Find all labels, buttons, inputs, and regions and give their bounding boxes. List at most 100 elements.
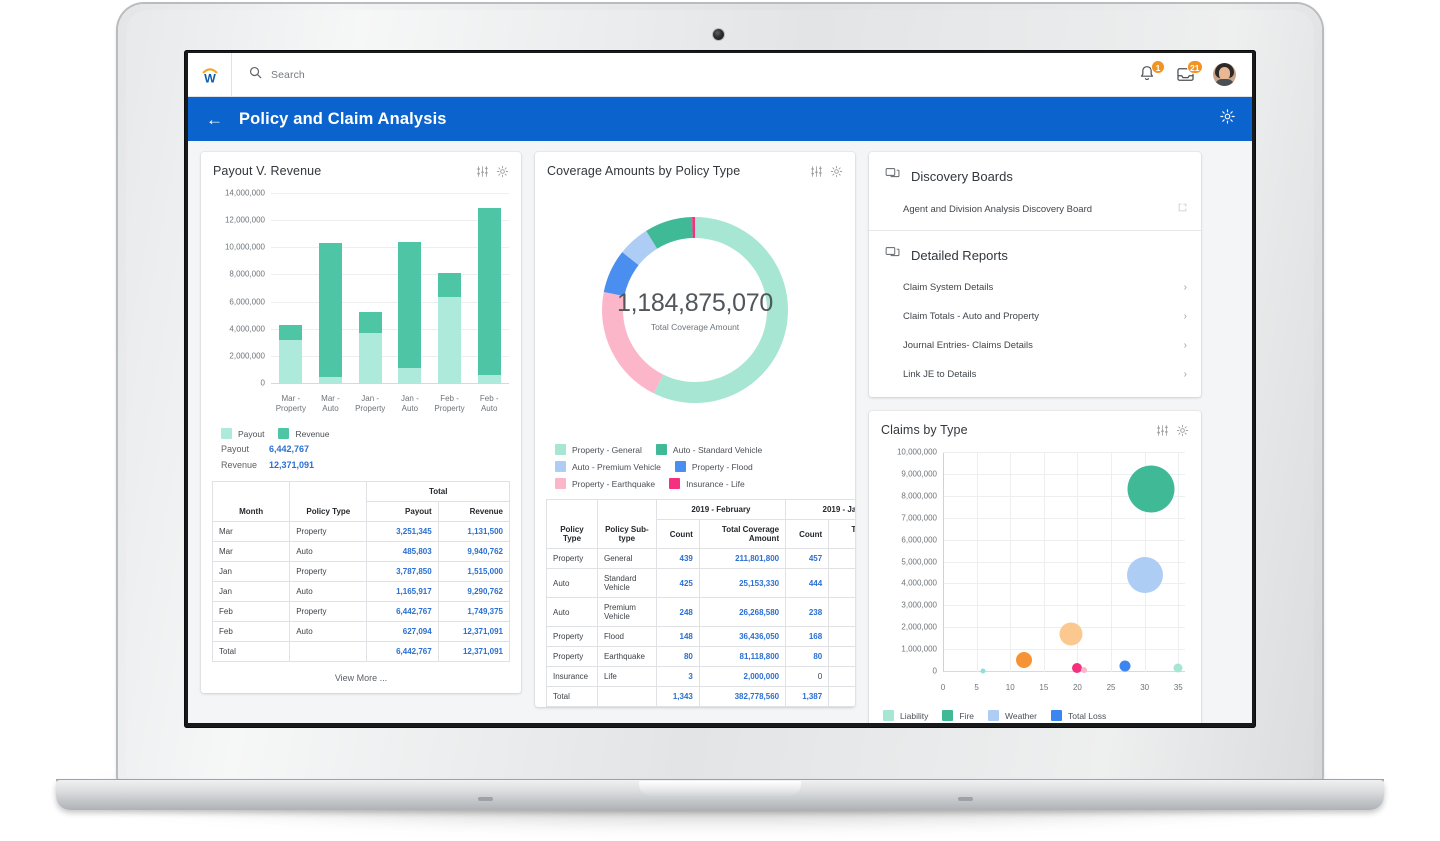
bar-segment-payout[interactable] — [319, 377, 342, 384]
search-input[interactable]: Search — [271, 69, 305, 81]
bar-segment-revenue[interactable] — [279, 324, 303, 340]
table-cell-value[interactable]: 485,803 — [366, 541, 439, 562]
gear-icon[interactable] — [496, 165, 509, 178]
table-cell-value[interactable]: 25,153,330 — [698, 568, 787, 598]
table-cell-value[interactable]: 27,855, — [828, 568, 855, 598]
bar-segment-revenue[interactable] — [319, 242, 342, 378]
legend-item[interactable]: Revenue — [278, 428, 330, 439]
bar-group[interactable] — [469, 194, 509, 384]
table-cell-value[interactable]: 40,892, — [828, 626, 855, 647]
table-cell-value[interactable]: 6,442,767 — [366, 601, 439, 622]
table-cell-value[interactable]: 238 — [785, 597, 830, 627]
page-settings-gear-icon[interactable] — [1219, 108, 1236, 130]
detailed-report-link[interactable]: Journal Entries- Claims Details › — [869, 331, 1201, 360]
table-cell-value[interactable]: 24,707, — [828, 597, 855, 627]
filter-sliders-icon[interactable] — [476, 165, 489, 178]
table-cell-value[interactable]: 1,515,000 — [437, 561, 511, 582]
table-cell-value[interactable]: 1,387 — [785, 686, 830, 707]
discovery-board-link[interactable]: Agent and Division Analysis Discovery Bo… — [869, 194, 1201, 224]
bubble-point[interactable] — [1126, 557, 1163, 594]
detailed-report-link[interactable]: Claim System Details › — [869, 273, 1201, 302]
bar-group[interactable] — [430, 194, 470, 384]
legend-item[interactable]: Payout — [221, 428, 264, 439]
table-cell-value[interactable]: 425 — [655, 568, 700, 598]
table-cell-value[interactable]: 12,371,091 — [437, 621, 511, 642]
bubble-point[interactable] — [1059, 622, 1083, 646]
bar-group[interactable] — [271, 194, 311, 384]
table-cell-value[interactable]: 2,000,000 — [698, 666, 787, 687]
table-cell-value[interactable]: 1,165,917 — [366, 581, 439, 602]
table-cell-value[interactable]: 36,436,050 — [698, 626, 787, 647]
bar-segment-payout[interactable] — [358, 332, 382, 384]
view-more-button[interactable]: View More ... — [201, 662, 521, 693]
table-cell-value[interactable]: 382,778,560 — [698, 686, 787, 707]
bar-segment-revenue[interactable] — [358, 312, 382, 333]
inbox-button[interactable]: 21 — [1175, 59, 1203, 86]
detailed-report-link[interactable]: Claim Totals - Auto and Property › — [869, 302, 1201, 331]
table-cell-value[interactable]: 1,131,500 — [437, 521, 511, 542]
gear-icon[interactable] — [830, 165, 843, 178]
table-cell-value[interactable]: 439 — [655, 548, 700, 569]
table-cell-value[interactable]: 403,701, — [828, 686, 855, 707]
search-bar[interactable]: Search — [232, 66, 1137, 84]
table-cell-value[interactable]: 26,268,580 — [698, 597, 787, 627]
bubble-point[interactable] — [1015, 651, 1032, 668]
workday-logo[interactable]: W — [188, 53, 232, 97]
table-cell-value[interactable]: 9,290,762 — [437, 581, 511, 602]
table-cell-value[interactable]: 444 — [785, 568, 830, 598]
legend-item[interactable]: Weather — [988, 710, 1037, 721]
legend-item[interactable]: Property - Flood — [674, 461, 753, 472]
summary-value[interactable]: 12,371,091 — [269, 460, 314, 470]
table-cell-value[interactable]: 81,118,800 — [698, 646, 787, 667]
table-cell-value[interactable]: 232,747, — [828, 548, 855, 569]
bubble-point[interactable] — [1081, 667, 1088, 674]
table-cell-value[interactable]: 12,371,091 — [437, 641, 511, 662]
legend-item[interactable]: Auto - Premium Vehicle — [555, 461, 661, 472]
legend-item[interactable]: Insurance - Life — [669, 478, 745, 489]
table-cell-value[interactable]: 168 — [785, 626, 830, 647]
table-cell-value[interactable]: 3,787,850 — [366, 561, 439, 582]
bar-group[interactable] — [311, 194, 351, 384]
bubble-point[interactable] — [1173, 663, 1183, 673]
back-button[interactable]: ← — [206, 111, 223, 128]
table-cell-value[interactable]: 211,801,800 — [698, 548, 787, 569]
table-cell-value[interactable]: 80 — [785, 646, 830, 667]
bar-group[interactable] — [350, 194, 390, 384]
legend-item[interactable]: Auto - Standard Vehicle — [655, 444, 762, 455]
bar-segment-payout[interactable] — [398, 368, 422, 384]
bar-segment-payout[interactable] — [438, 296, 462, 384]
bar-segment-revenue[interactable] — [438, 272, 462, 297]
bar-segment-revenue[interactable] — [398, 242, 422, 369]
notifications-button[interactable]: 1 — [1137, 59, 1165, 86]
bubble-point[interactable] — [1119, 660, 1130, 672]
avatar[interactable] — [1213, 63, 1236, 86]
table-cell-value[interactable]: 1,343 — [655, 686, 700, 707]
bubble-point[interactable] — [980, 668, 986, 674]
table-cell-value[interactable]: 3 — [655, 666, 700, 687]
bar-segment-revenue[interactable] — [477, 207, 501, 376]
legend-item[interactable]: Property - General — [555, 444, 642, 455]
table-cell-value[interactable]: 77,498, — [828, 646, 855, 667]
external-link-icon[interactable] — [1178, 203, 1187, 215]
filter-sliders-icon[interactable] — [1156, 424, 1169, 437]
legend-item[interactable]: Liability — [883, 710, 928, 721]
table-cell-value[interactable]: 148 — [655, 626, 700, 647]
filter-sliders-icon[interactable] — [810, 165, 823, 178]
table-cell-value[interactable]: 80 — [655, 646, 700, 667]
legend-item[interactable]: Property - Earthquake — [555, 478, 655, 489]
table-cell-value[interactable]: 457 — [785, 548, 830, 569]
bubble-point[interactable] — [1127, 465, 1175, 513]
table-cell-value[interactable]: 3,251,345 — [366, 521, 439, 542]
table-cell-value[interactable]: 6,442,767 — [366, 641, 439, 662]
bar-segment-payout[interactable] — [477, 375, 501, 384]
gear-icon[interactable] — [1176, 424, 1189, 437]
bar-group[interactable] — [390, 194, 430, 384]
summary-value[interactable]: 6,442,767 — [269, 444, 309, 454]
table-cell-value[interactable]: 627,094 — [366, 621, 439, 642]
table-cell-value[interactable]: 9,940,762 — [437, 541, 511, 562]
table-cell-value[interactable]: 248 — [655, 597, 700, 627]
detailed-report-link[interactable]: Link JE to Details › — [869, 360, 1201, 389]
bar-segment-payout[interactable] — [279, 339, 303, 384]
table-cell-value[interactable]: 1,749,375 — [437, 601, 511, 622]
legend-item[interactable]: Total Loss — [1050, 710, 1106, 721]
